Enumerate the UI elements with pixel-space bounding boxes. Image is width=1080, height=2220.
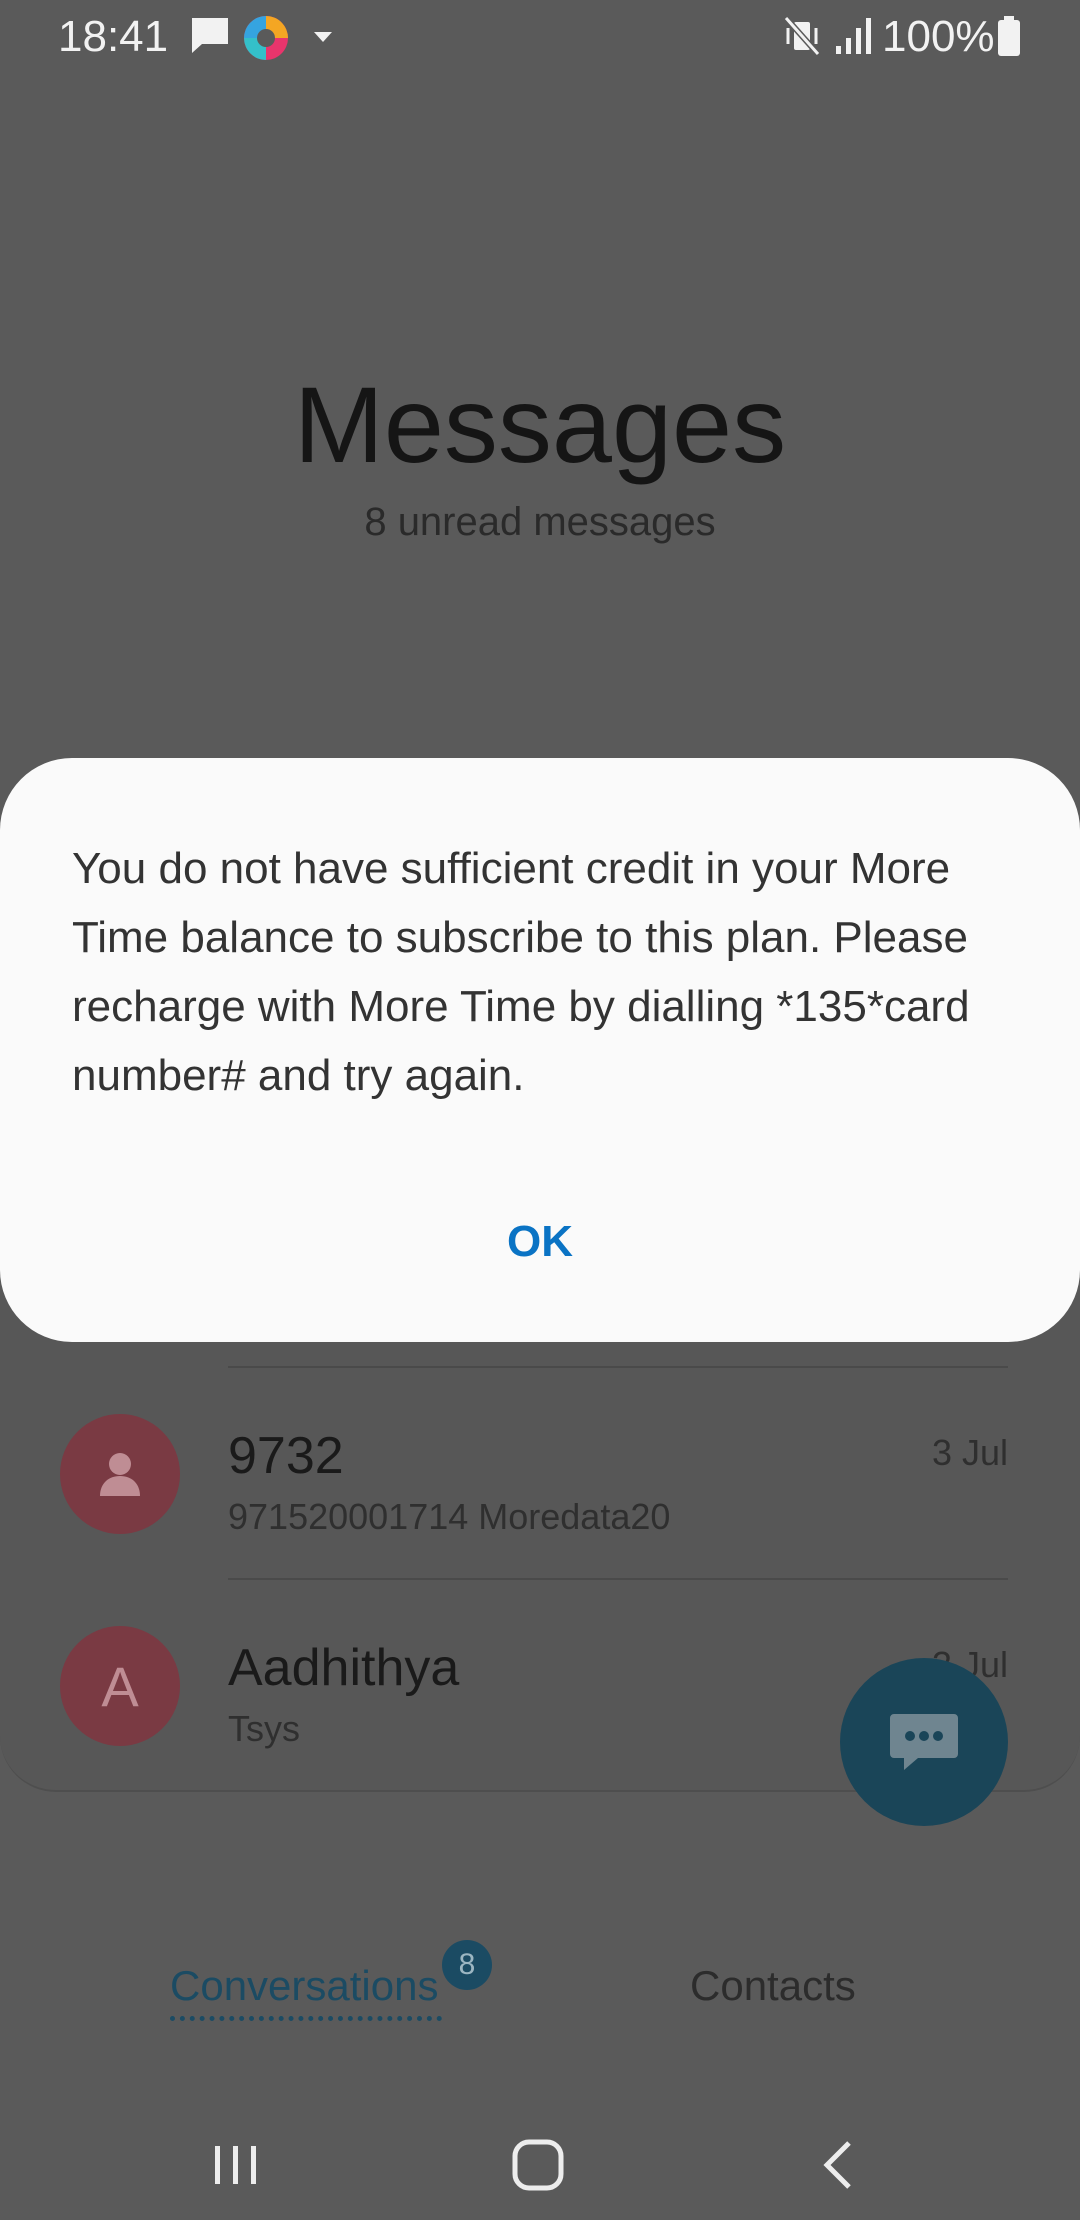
ok-button[interactable]: OK: [490, 1202, 590, 1282]
conversation-name: Aadhithya: [228, 1639, 460, 1697]
conversation-preview: 971520001714 Moredata20: [228, 1496, 671, 1537]
back-button[interactable]: [790, 2120, 890, 2210]
home-button[interactable]: [488, 2120, 588, 2210]
conversation-date: 3 Jul: [931, 1432, 1008, 1473]
dialog-message: You do not have sufficient credit in you…: [72, 844, 970, 1100]
colorful-app-icon: [242, 14, 290, 67]
home-icon: [512, 2139, 564, 2191]
avatar[interactable]: A: [60, 1626, 180, 1746]
message-notification-icon: [188, 14, 232, 63]
divider: [228, 1578, 1008, 1580]
dropdown-arrow-icon[interactable]: [310, 24, 336, 55]
active-tab-indicator: [170, 2016, 442, 2021]
recent-apps-button[interactable]: [186, 2120, 286, 2210]
battery-icon: [996, 14, 1022, 63]
status-bar: 18:41 100%: [0, 0, 1080, 76]
compose-message-icon: [890, 1714, 958, 1770]
page-title: Messages: [293, 364, 787, 485]
compose-button[interactable]: [840, 1658, 1008, 1826]
tab-contacts[interactable]: Contacts: [690, 1962, 856, 2010]
divider: [228, 1366, 1008, 1368]
recent-apps-icon: [215, 2146, 256, 2184]
person-icon: [100, 1453, 140, 1496]
signal-icon: [834, 14, 874, 63]
avatar[interactable]: [60, 1414, 180, 1534]
back-icon: [823, 2141, 851, 2189]
conversation-name: 9732: [228, 1427, 344, 1485]
alert-dialog: You do not have sufficient credit in you…: [0, 758, 1080, 1342]
mute-vibrate-icon: [780, 14, 824, 63]
list-item[interactable]: 9732 971520001714 Moredata20 3 Jul: [0, 1366, 1080, 1578]
unread-count: 8 unread messages: [364, 500, 716, 544]
tab-conversations[interactable]: Conversations: [170, 1962, 438, 2010]
unread-badge: 8: [442, 1940, 492, 1990]
conversation-preview: Tsys: [228, 1708, 300, 1749]
battery-percent: 100%: [882, 12, 995, 61]
status-time: 18:41: [58, 12, 169, 61]
